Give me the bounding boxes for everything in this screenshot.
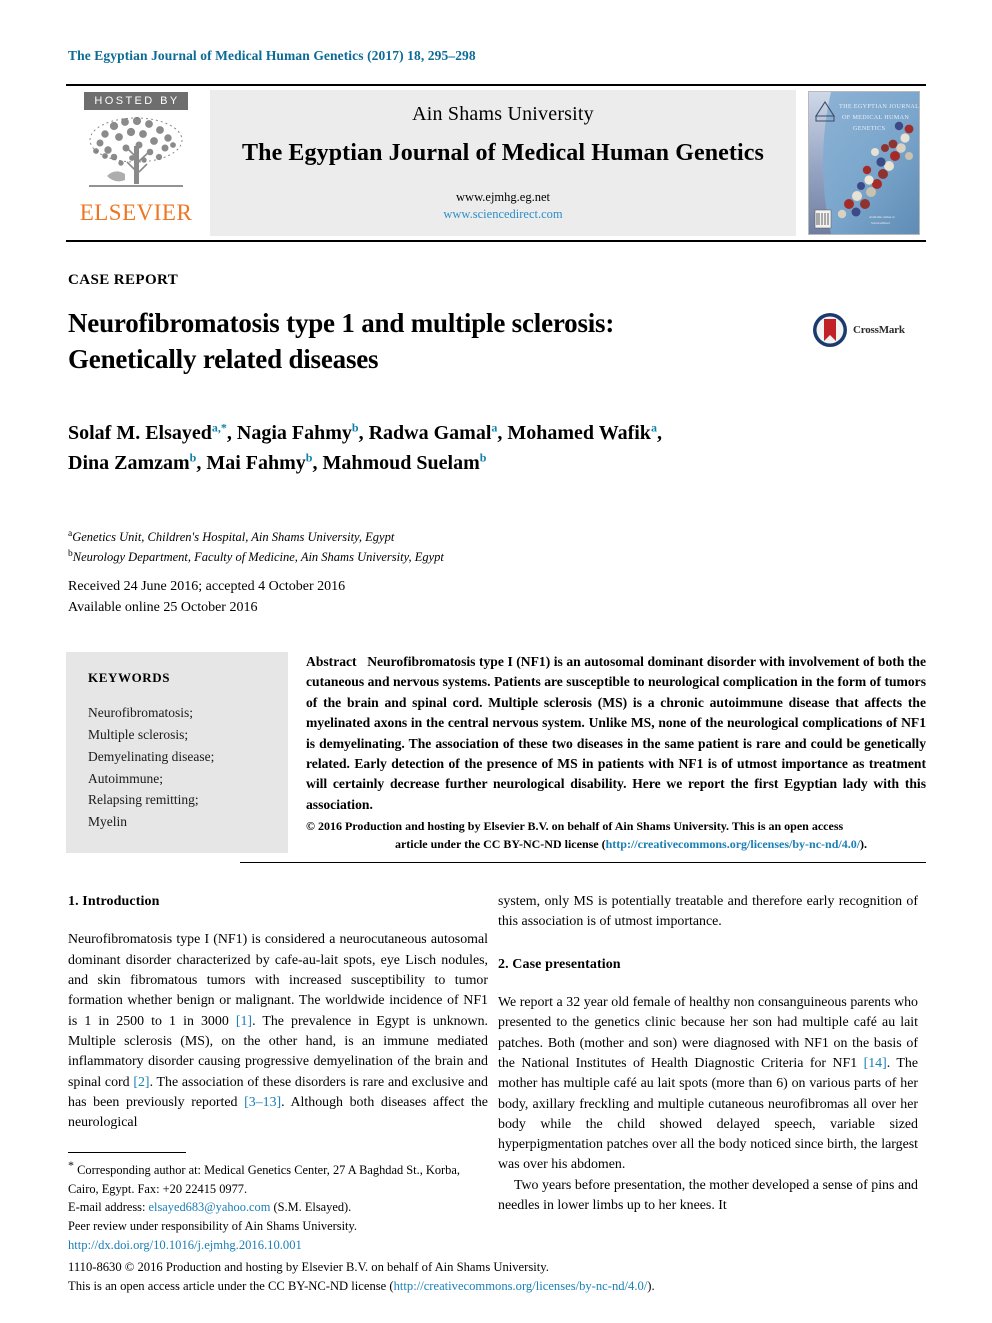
email-note: E-mail address: elsayed683@yahoo.com (S.… bbox=[68, 1198, 488, 1217]
abstract-divider bbox=[240, 862, 926, 863]
corresponding-author-text: Corresponding author at: Medical Genetic… bbox=[68, 1163, 460, 1196]
author-sup: a bbox=[650, 420, 657, 435]
running-head: The Egyptian Journal of Medical Human Ge… bbox=[68, 48, 476, 63]
svg-text:Available online at: Available online at bbox=[869, 215, 895, 219]
available-online-date: Available online 25 October 2016 bbox=[68, 600, 258, 615]
author-sup: b bbox=[189, 450, 197, 465]
affiliation-text: Neurology Department, Faculty of Medicin… bbox=[72, 550, 444, 565]
author-sup: b bbox=[479, 450, 487, 465]
svg-text:ScienceDirect: ScienceDirect bbox=[871, 221, 890, 225]
journal-cover-thumbnail: THE EGYPTIAN JOURNAL OF MEDICAL HUMAN GE… bbox=[808, 91, 920, 235]
citation-ref-1[interactable]: [1] bbox=[236, 1014, 252, 1029]
crossmark-label: CrossMark bbox=[853, 324, 905, 336]
journal-name: The Egyptian Journal of Medical Human Ge… bbox=[242, 140, 764, 167]
asterisk-marker: * bbox=[68, 1158, 74, 1172]
page-title: Neurofibromatosis type 1 and multiple sc… bbox=[68, 306, 768, 377]
license-suffix: ). bbox=[860, 836, 868, 851]
journal-title-block: Ain Shams University The Egyptian Journa… bbox=[210, 90, 796, 236]
author-name: Mahmoud Suelam bbox=[322, 452, 480, 475]
body-column-right: system, only MS is potentially treatable… bbox=[498, 892, 918, 1216]
keywords-list: Neurofibromatosis; Multiple sclerosis; D… bbox=[88, 705, 215, 830]
sciencedirect-url[interactable]: www.sciencedirect.com bbox=[443, 206, 562, 223]
keywords-heading: KEYWORDS bbox=[88, 670, 171, 685]
received-date: Received 24 June 2016; accepted 4 Octobe… bbox=[68, 579, 346, 594]
affiliation-text: Genetics Unit, Children's Hospital, Ain … bbox=[72, 530, 395, 545]
elsevier-wordmark: ELSEVIER bbox=[79, 200, 193, 225]
author-sup: b bbox=[351, 420, 359, 435]
crossmark-badge[interactable]: CrossMark bbox=[812, 312, 905, 348]
email-owner: (S.M. Elsayed). bbox=[270, 1200, 352, 1215]
author-sup: a bbox=[491, 420, 498, 435]
citation-ref-2[interactable]: [2] bbox=[133, 1075, 149, 1090]
footnote-block: * Corresponding author at: Medical Genet… bbox=[68, 1156, 488, 1236]
author-sup: a,* bbox=[211, 420, 227, 435]
abstract-body: Abstract Neurofibromatosis type I (NF1) … bbox=[306, 652, 926, 815]
footer-legal-block: 1110-8630 © 2016 Production and hosting … bbox=[68, 1258, 828, 1296]
author-name: Radwa Gamal bbox=[368, 422, 492, 444]
footer-license-suffix: ). bbox=[647, 1278, 655, 1293]
peer-review-note: Peer review under responsibility of Ain … bbox=[68, 1218, 357, 1233]
title-line-2: Genetically related diseases bbox=[68, 343, 379, 374]
article-type-kicker: CASE REPORT bbox=[68, 272, 179, 288]
doi-link[interactable]: http://dx.doi.org/10.1016/j.ejmhg.2016.1… bbox=[68, 1238, 302, 1253]
abstract-column: Abstract Neurofibromatosis type I (NF1) … bbox=[306, 652, 926, 853]
case-text-1: We report a 32 year old female of health… bbox=[498, 995, 918, 1071]
journal-cover-block: THE EGYPTIAN JOURNAL OF MEDICAL HUMAN GE… bbox=[802, 86, 926, 240]
email-link[interactable]: elsayed683@yahoo.com bbox=[149, 1200, 271, 1214]
heading-case-presentation: 2. Case presentation bbox=[498, 956, 621, 972]
issn-copyright-line: 1110-8630 © 2016 Production and hosting … bbox=[68, 1260, 549, 1274]
copyright-text: © 2016 Production and hosting by Elsevie… bbox=[306, 819, 844, 834]
university-name: Ain Shams University bbox=[412, 103, 594, 126]
cover-artwork: THE EGYPTIAN JOURNAL OF MEDICAL HUMAN GE… bbox=[809, 92, 919, 234]
license-url-link[interactable]: http://creativecommons.org/licenses/by-n… bbox=[606, 837, 860, 851]
author-name: Nagia Fahmy bbox=[236, 422, 352, 444]
footer-license-prefix: This is an open access article under the… bbox=[68, 1278, 394, 1293]
crossmark-icon bbox=[813, 313, 847, 347]
svg-text:GENETICS: GENETICS bbox=[853, 125, 886, 132]
footer-license-line: This is an open access article under the… bbox=[68, 1277, 828, 1296]
license-prefix: article under the CC BY-NC-ND license ( bbox=[394, 836, 606, 851]
journal-masthead: HOSTED BY ELSEVIER Ain Shams University … bbox=[66, 84, 926, 242]
title-line-1: Neurofibromatosis type 1 and multiple sc… bbox=[68, 308, 615, 338]
footer-license-url-link[interactable]: http://creativecommons.org/licenses/by-n… bbox=[394, 1279, 648, 1293]
elsevier-tree-icon bbox=[89, 116, 183, 187]
affiliation-item: aGenetics Unit, Children's Hospital, Ain… bbox=[68, 527, 768, 547]
corresponding-author-note: * Corresponding author at: Medical Genet… bbox=[68, 1156, 488, 1198]
case-paragraph-2: Two years before presentation, the mothe… bbox=[498, 1177, 918, 1213]
abstract-copyright: © 2016 Production and hosting by Elsevie… bbox=[306, 818, 926, 853]
author-name: Dina Zamzam bbox=[68, 452, 190, 475]
abstract-text: Neurofibromatosis type I (NF1) is an aut… bbox=[306, 654, 926, 812]
heading-introduction: 1. Introduction bbox=[68, 894, 160, 909]
case-text-2: . The mother has multiple café au lait s… bbox=[498, 1055, 919, 1173]
publisher-block: HOSTED BY ELSEVIER bbox=[66, 86, 206, 240]
article-dates: Received 24 June 2016; accepted 4 Octobe… bbox=[68, 576, 345, 618]
email-label: E-mail address: bbox=[68, 1200, 149, 1215]
svg-text:THE EGYPTIAN JOURNAL: THE EGYPTIAN JOURNAL bbox=[839, 103, 919, 110]
footnote-divider bbox=[68, 1152, 186, 1153]
author-list: Solaf M. Elsayeda,*, Nagia Fahmyb, Radwa… bbox=[68, 420, 662, 475]
citation-ref-3[interactable]: [3–13] bbox=[244, 1095, 281, 1110]
intro-paragraph: Neurofibromatosis type I (NF1) is consid… bbox=[68, 930, 488, 1133]
affiliation-list: aGenetics Unit, Children's Hospital, Ain… bbox=[68, 527, 768, 567]
author-name: Mohamed Wafik bbox=[507, 422, 651, 444]
abstract-label: Abstract bbox=[306, 654, 357, 669]
affiliation-item: bNeurology Department, Faculty of Medici… bbox=[68, 547, 768, 567]
keywords-panel: KEYWORDS Neurofibromatosis; Multiple scl… bbox=[66, 652, 288, 854]
body-column-left: 1. Introduction Neurofibromatosis type I… bbox=[68, 892, 488, 1133]
author-name: Solaf M. Elsayed bbox=[68, 422, 212, 444]
case-paragraph-1: We report a 32 year old female of health… bbox=[498, 993, 918, 1176]
license-line: article under the CC BY-NC-ND license (h… bbox=[306, 836, 926, 853]
journal-url: www.ejmhg.eg.net bbox=[456, 190, 550, 205]
hosted-by-badge: HOSTED BY bbox=[84, 92, 188, 110]
author-name: Mai Fahmy bbox=[206, 452, 306, 475]
intro-continuation-paragraph: system, only MS is potentially treatable… bbox=[498, 894, 918, 930]
svg-text:OF MEDICAL HUMAN: OF MEDICAL HUMAN bbox=[842, 114, 909, 121]
citation-ref-14[interactable]: [14] bbox=[864, 1056, 887, 1071]
article-first-page: The Egyptian Journal of Medical Human Ge… bbox=[0, 0, 992, 1323]
author-sup: b bbox=[305, 450, 313, 465]
